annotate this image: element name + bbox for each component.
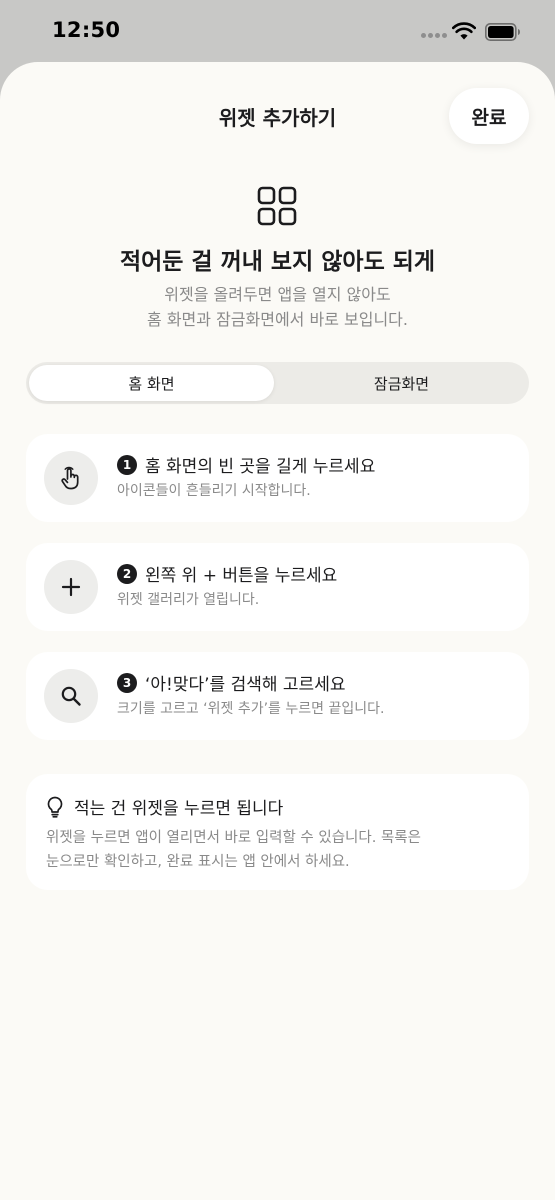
- status-bar: 12:50: [0, 0, 555, 62]
- hero-subtext: 위젯을 올려두면 앱을 열지 않아도 홈 화면과 잠금화면에서 바로 보입니다.: [0, 282, 555, 332]
- step-number-badge: 1: [117, 454, 137, 475]
- search-icon: [61, 686, 81, 706]
- step-description: 크기를 고르고 ‘위젯 추가’를 누르면 끝입니다.: [117, 701, 385, 717]
- step-card-2: 2 왼쪽 위 + 버튼을 누르세요 위젯 갤러리가 열립니다.: [26, 543, 529, 631]
- step-title-row: 1 홈 화면의 빈 곳을 길게 누르세요: [117, 452, 375, 477]
- step-description: 위젯 갤러리가 열립니다.: [117, 592, 260, 608]
- segment-home-screen[interactable]: 홈 화면: [29, 365, 274, 401]
- step-title-row: 3 ‘아!맞다’를 검색해 고르세요: [117, 670, 345, 695]
- wifi-icon: [452, 22, 476, 40]
- step-number-badge: 2: [117, 563, 137, 584]
- tip-title: 적는 건 위젯을 누르면 됩니다: [74, 799, 284, 819]
- step-card-1: 1 홈 화면의 빈 곳을 길게 누르세요 아이콘들이 흔들리기 시작합니다.: [26, 434, 529, 522]
- step-title: ‘아!맞다’를 검색해 고르세요: [145, 675, 346, 695]
- lightbulb-icon: [47, 796, 63, 818]
- hand-tap-icon: [61, 466, 79, 490]
- widget-grid-icon: [257, 186, 297, 226]
- screen-segmented-control: 홈 화면 잠금화면: [26, 362, 529, 404]
- hero-headline: 적어둔 걸 꺼내 보지 않아도 되게: [119, 249, 436, 275]
- segment-lock-screen[interactable]: 잠금화면: [277, 365, 526, 401]
- tip-card: 적는 건 위젯을 누르면 됩니다 위젯을 누르면 앱이 열리면서 바로 입력할 …: [26, 774, 529, 890]
- tip-body-line: 위젯을 누르면 앱이 열리면서 바로 입력할 수 있습니다. 목록은: [46, 830, 421, 846]
- battery-icon: [485, 23, 520, 41]
- done-button[interactable]: 완료: [449, 88, 529, 144]
- step-number-badge: 3: [117, 672, 137, 693]
- step-title: 홈 화면의 빈 곳을 길게 누르세요: [145, 457, 376, 477]
- status-time: 12:50: [52, 18, 121, 42]
- add-widget-sheet: 위젯 추가하기 완료 적어둔 걸 꺼내 보지 않아도 되게 위젯을 올려두면 앱…: [0, 62, 555, 1200]
- tip-body-line: 눈으로만 확인하고, 완료 표시는 앱 안에서 하세요.: [46, 854, 350, 870]
- step-icon-circle: [44, 451, 98, 505]
- step-title: 왼쪽 위 + 버튼을 누르세요: [145, 566, 338, 586]
- hero-subtext-line: 홈 화면과 잠금화면에서 바로 보입니다.: [147, 310, 408, 329]
- plus-icon: [61, 577, 81, 597]
- cellular-signal-icon: [421, 33, 447, 38]
- hero-subtext-line: 위젯을 올려두면 앱을 열지 않아도: [164, 285, 391, 304]
- step-title-row: 2 왼쪽 위 + 버튼을 누르세요: [117, 561, 337, 586]
- step-card-3: 3 ‘아!맞다’를 검색해 고르세요 크기를 고르고 ‘위젯 추가’를 누르면 …: [26, 652, 529, 740]
- step-description: 아이콘들이 흔들리기 시작합니다.: [117, 483, 311, 499]
- step-icon-circle: [44, 669, 98, 723]
- tip-title-row: 적는 건 위젯을 누르면 됩니다: [46, 794, 283, 819]
- step-icon-circle: [44, 560, 98, 614]
- tip-body: 위젯을 누르면 앱이 열리면서 바로 입력할 수 있습니다. 목록은 눈으로만 …: [46, 826, 516, 874]
